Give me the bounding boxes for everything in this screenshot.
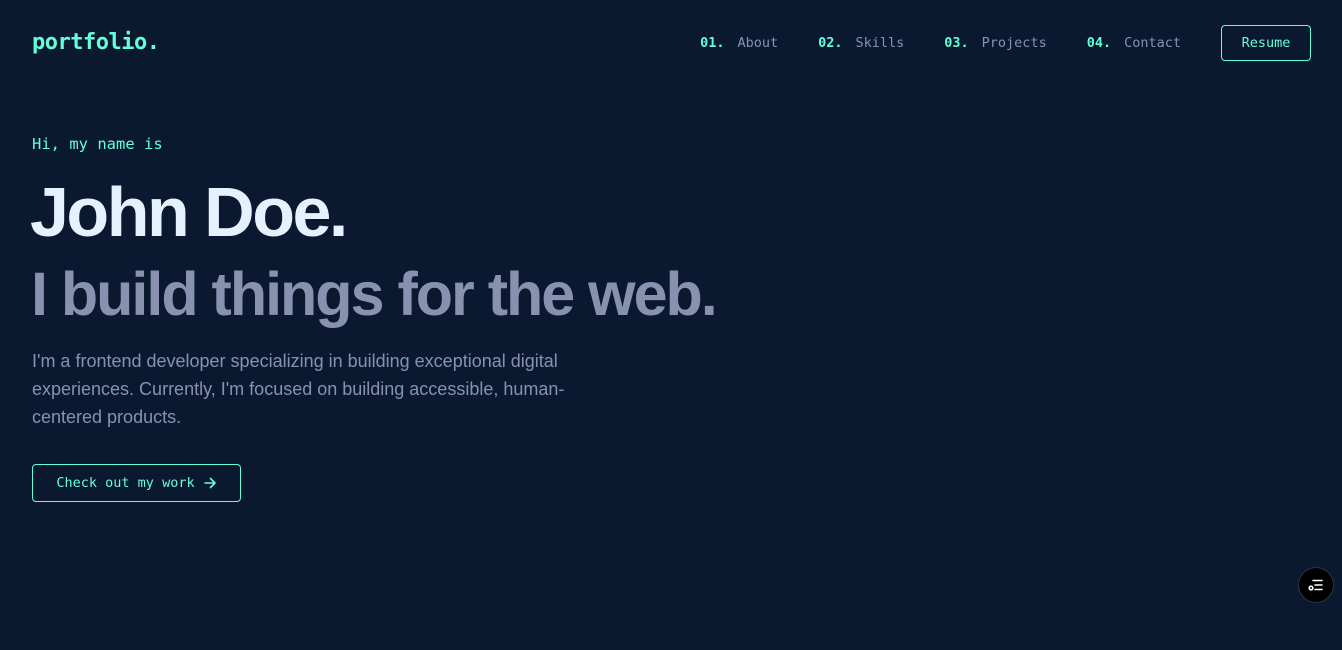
nav-label: Contact <box>1124 35 1181 51</box>
nav-number: 04. <box>1086 35 1112 51</box>
check-out-work-button[interactable]: Check out my work <box>32 464 241 502</box>
nav-link-contact[interactable]: 04. Contact <box>1087 35 1181 51</box>
nav-link-projects[interactable]: 03. Projects <box>944 35 1046 51</box>
nav-label: Projects <box>981 35 1047 51</box>
nav-number: 03. <box>944 35 969 51</box>
resume-button[interactable]: Resume <box>1221 25 1311 61</box>
filter-list-icon <box>1307 576 1325 594</box>
main-nav: 01. About 02. Skills 03. Projects 04. Co… <box>700 24 1311 62</box>
nav-number: 02. <box>818 35 843 51</box>
nav-label: About <box>737 35 779 51</box>
arrow-right-icon <box>203 476 217 490</box>
floating-action-button[interactable] <box>1299 568 1333 602</box>
hero-bio: I'm a frontend developer specializing in… <box>32 351 565 427</box>
nav-link-about[interactable]: 01. About <box>700 35 778 51</box>
nav-number: 01. <box>700 35 725 51</box>
cta-label: Check out my work <box>56 475 195 491</box>
nav-link-skills[interactable]: 02. Skills <box>818 35 904 51</box>
hero-tagline: I build things for the web. <box>31 260 718 328</box>
nav-label: Skills <box>855 35 905 51</box>
hero-name: John Doe. <box>30 173 348 251</box>
site-logo[interactable]: portfolio. <box>32 28 160 58</box>
hero-greeting: Hi, my name is <box>32 135 163 153</box>
